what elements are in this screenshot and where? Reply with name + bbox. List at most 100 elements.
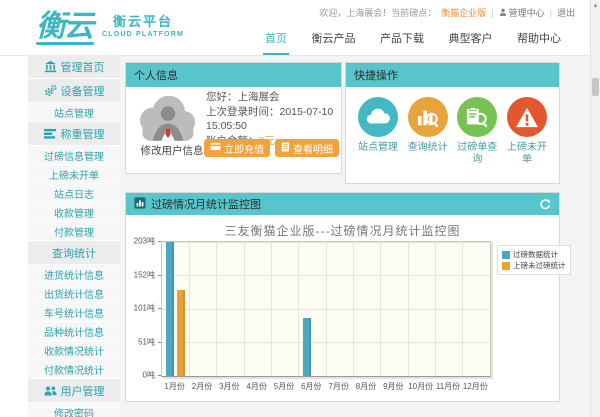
quick-action-1[interactable]: 站点管理 (354, 97, 402, 166)
nav-tab-5[interactable]: 帮助中心 (515, 27, 563, 55)
x-tick-label: 11月份 (434, 381, 462, 392)
document-search-icon (457, 97, 497, 137)
y-tick-label: 101吨 (125, 303, 155, 314)
sidebar-item-16[interactable]: 付款情况统计 (28, 360, 120, 379)
sidebar-item-label: 用户管理 (61, 383, 105, 399)
sidebar-item-9[interactable]: 付款管理 (28, 222, 120, 241)
quick-action-2[interactable]: 查询统计 (404, 97, 452, 166)
legend-swatch (502, 251, 510, 259)
nav-tab-1[interactable]: 首页 (263, 27, 289, 55)
sidebar-item-15[interactable]: 收款情况统计 (28, 341, 120, 360)
last-login-date: 2015-07-10 (280, 106, 334, 118)
sidebar-item-label: 管理首页 (61, 59, 105, 75)
quick-action-3[interactable]: 过磅单查询 (453, 97, 501, 166)
x-tick-label: 8月份 (352, 381, 380, 392)
refresh-icon[interactable] (538, 198, 551, 211)
main-nav: 首页衡云产品产品下载典型客户帮助中心 (263, 27, 563, 55)
gears-icon (44, 84, 57, 97)
legend-item-1[interactable]: 过磅数据统计 (502, 249, 566, 260)
logout-link[interactable]: 退出 (557, 6, 575, 19)
quick-action-label: 过磅单查询 (453, 142, 501, 166)
sidebar-item-3[interactable]: 站点管理 (28, 103, 120, 122)
sidebar-item-label: 品种统计信息 (44, 324, 104, 339)
chart-title: 三友衡猫企业版---过磅情况月统计监控图 (126, 222, 559, 239)
sidebar-item-17[interactable]: 用户管理 (28, 379, 120, 403)
warning-icon (507, 97, 547, 137)
x-tick-label: 4月份 (243, 381, 271, 392)
sidebar-item-2[interactable]: 设备管理 (28, 79, 120, 103)
sidebar-item-label: 过磅信息管理 (44, 148, 104, 163)
quick-action-label: 查询统计 (404, 142, 452, 154)
sidebar-item-7[interactable]: 站点日志 (28, 184, 120, 203)
recharge-button[interactable]: 立即充值 (204, 139, 270, 157)
current-station-link[interactable]: 衡猫企业版 (441, 6, 486, 19)
legend-item-2[interactable]: 上磅未过磅统计 (502, 260, 566, 271)
last-login-label: 上次登录时间： (206, 106, 280, 118)
sidebar-item-8[interactable]: 收款管理 (28, 203, 120, 222)
chart-panel-title: 过磅情况月统计监控图 (151, 196, 261, 212)
x-tick-label: 6月份 (297, 381, 325, 392)
sidebar-item-11[interactable]: 进货统计信息 (28, 265, 120, 284)
sidebar-item-1[interactable]: 管理首页 (28, 55, 120, 79)
sidebar-item-label: 设备管理 (61, 83, 105, 99)
y-tick-label: 0吨 (125, 370, 155, 381)
sidebar-item-4[interactable]: 称重管理 (28, 122, 120, 146)
brand-logo[interactable]: 衡云 衡云平台 CLOUD PLATFORM (36, 4, 184, 45)
person-icon (499, 8, 507, 18)
sidebar-item-6[interactable]: 上磅未开单 (28, 165, 120, 184)
bar-chart-icon (134, 197, 146, 212)
sidebar-menu: 管理首页设备管理站点管理称重管理过磅信息管理上磅未开单站点日志收款管理付款管理查… (28, 55, 120, 417)
quick-action-label: 站点管理 (354, 142, 402, 154)
sidebar-item-label: 站点日志 (54, 186, 94, 201)
logo-glyph: 衡云 (36, 4, 94, 45)
sidebar-item-12[interactable]: 出货统计信息 (28, 284, 120, 303)
sidebar-item-label: 修改密码 (54, 405, 94, 417)
sidebar-item-18[interactable]: 修改密码 (28, 403, 120, 417)
sidebar-item-13[interactable]: 车号统计信息 (28, 303, 120, 322)
quick-action-label: 上磅未开单 (503, 142, 551, 166)
brand-title: 衡云平台 (113, 11, 173, 30)
top-bar: 衡云 衡云平台 CLOUD PLATFORM 欢迎，上海展会！当前磅点： 衡猫企… (0, 0, 600, 56)
quick-actions-panel: 快捷操作 站点管理查询统计过磅单查询上磅未开单 (345, 62, 560, 184)
x-tick-label: 7月份 (325, 381, 353, 392)
profile-panel-header: 个人信息 (126, 63, 341, 87)
list-icon (44, 127, 57, 140)
separator: | (550, 8, 552, 18)
x-tick-label: 2月份 (188, 381, 216, 392)
bar-过磅数据统计-1月份 (166, 242, 174, 376)
sidebar-item-label: 付款情况统计 (44, 362, 104, 377)
gridline (408, 242, 409, 376)
gridline (435, 242, 436, 376)
y-tick-label: 203吨 (125, 236, 155, 247)
bar-过磅数据统计-6月份 (303, 318, 311, 376)
nav-tab-2[interactable]: 衡云产品 (310, 27, 358, 55)
sidebar-item-label: 付款管理 (54, 224, 94, 239)
bank-icon (44, 60, 57, 73)
gridline (298, 242, 299, 376)
view-detail-button[interactable]: 查看明细 (275, 139, 339, 157)
sidebar-item-label: 站点管理 (54, 105, 94, 120)
gridline (462, 242, 463, 376)
nav-tab-4[interactable]: 典型客户 (447, 27, 495, 55)
x-tick-label: 12月份 (461, 381, 489, 392)
sidebar-item-label: 上磅未开单 (49, 167, 99, 182)
admin-center-link[interactable]: 管理中心 (499, 6, 545, 19)
y-tick-label: 51吨 (125, 336, 155, 347)
sidebar-item-10[interactable]: 查询统计 (28, 241, 120, 265)
sidebar-item-label: 出货统计信息 (44, 286, 104, 301)
sidebar-item-5[interactable]: 过磅信息管理 (28, 146, 120, 165)
scrollbar-up-arrow[interactable]: ▲ (591, 1, 600, 11)
legend-label: 过磅数据统计 (513, 249, 558, 260)
card-icon (210, 142, 221, 154)
quick-action-4[interactable]: 上磅未开单 (503, 97, 551, 166)
vertical-scrollbar[interactable]: ▲ (590, 0, 600, 417)
users-icon (44, 384, 57, 397)
nav-tab-3[interactable]: 产品下载 (378, 27, 426, 55)
chart-legend: 过磅数据统计上磅未过磅统计 (497, 245, 571, 275)
sidebar-item-label: 车号统计信息 (44, 305, 104, 320)
sidebar-item-14[interactable]: 品种统计信息 (28, 322, 120, 341)
scrollbar-thumb[interactable] (592, 78, 599, 96)
x-tick-label: 5月份 (270, 381, 298, 392)
gridline (271, 242, 272, 376)
gridline (326, 242, 327, 376)
